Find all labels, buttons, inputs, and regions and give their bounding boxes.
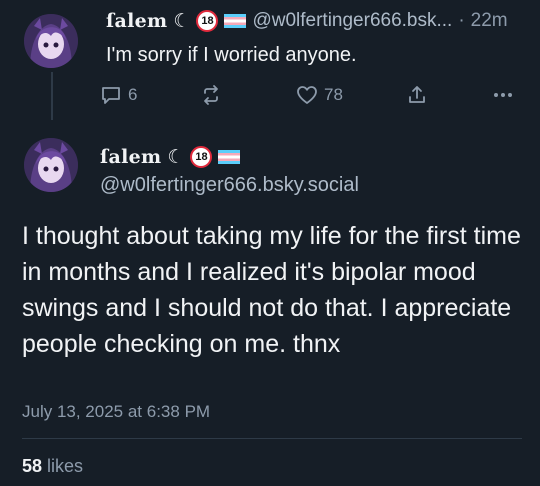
more-options-button[interactable] [492,84,514,106]
reply-count: 6 [128,85,138,104]
divider [22,438,522,439]
repost-arrows-icon [200,84,222,106]
post-text: I thought about taking my life for the f… [22,222,521,358]
reply-time-separator: · [458,10,465,31]
trans-flag-icon [224,14,247,28]
like-button[interactable]: 78 [296,84,343,106]
post-author-avatar[interactable] [24,138,78,192]
repost-button[interactable] [200,84,222,106]
reply-text: I'm sorry if I worried anyone. [106,44,357,66]
thread-connector-line [51,72,53,120]
reply-header: ſalem ☾ 18 @w0lfertinger666.bsk... · 22m [106,10,508,32]
post-like-count: 58 [22,456,43,476]
post-author-handle[interactable]: @w0lfertinger666.bsky.social [100,174,359,197]
post-moon-glyph: ☾ [167,146,185,168]
post-timestamp[interactable]: July 13, 2025 at 6:38 PM [22,402,210,422]
reply-action-bar: 6 78 [100,84,520,110]
reply-button[interactable]: 6 [100,84,137,106]
ellipsis-icon [492,84,514,106]
post-author-name[interactable]: ſalem [100,146,161,168]
like-count: 78 [324,85,343,104]
share-button[interactable] [406,84,428,106]
likes-label: likes [47,456,84,476]
reply-author-name[interactable]: ſalem [106,10,167,32]
post-header: ſalem ☾ 18 [100,146,241,168]
reply-moon-glyph: ☾ [173,10,191,32]
reply-author-avatar[interactable] [24,14,78,68]
trans-flag-icon [218,150,241,164]
age-18-badge-icon: 18 [190,146,213,168]
reply-relative-time[interactable]: 22m [471,10,508,32]
share-icon [406,84,428,106]
likes-summary-link[interactable]: 58 likes [22,456,83,477]
heart-icon [296,84,318,106]
speech-bubble-icon [100,84,122,106]
reply-author-handle[interactable]: @w0lfertinger666.bsk... [252,10,452,32]
age-18-badge-icon: 18 [196,10,219,32]
